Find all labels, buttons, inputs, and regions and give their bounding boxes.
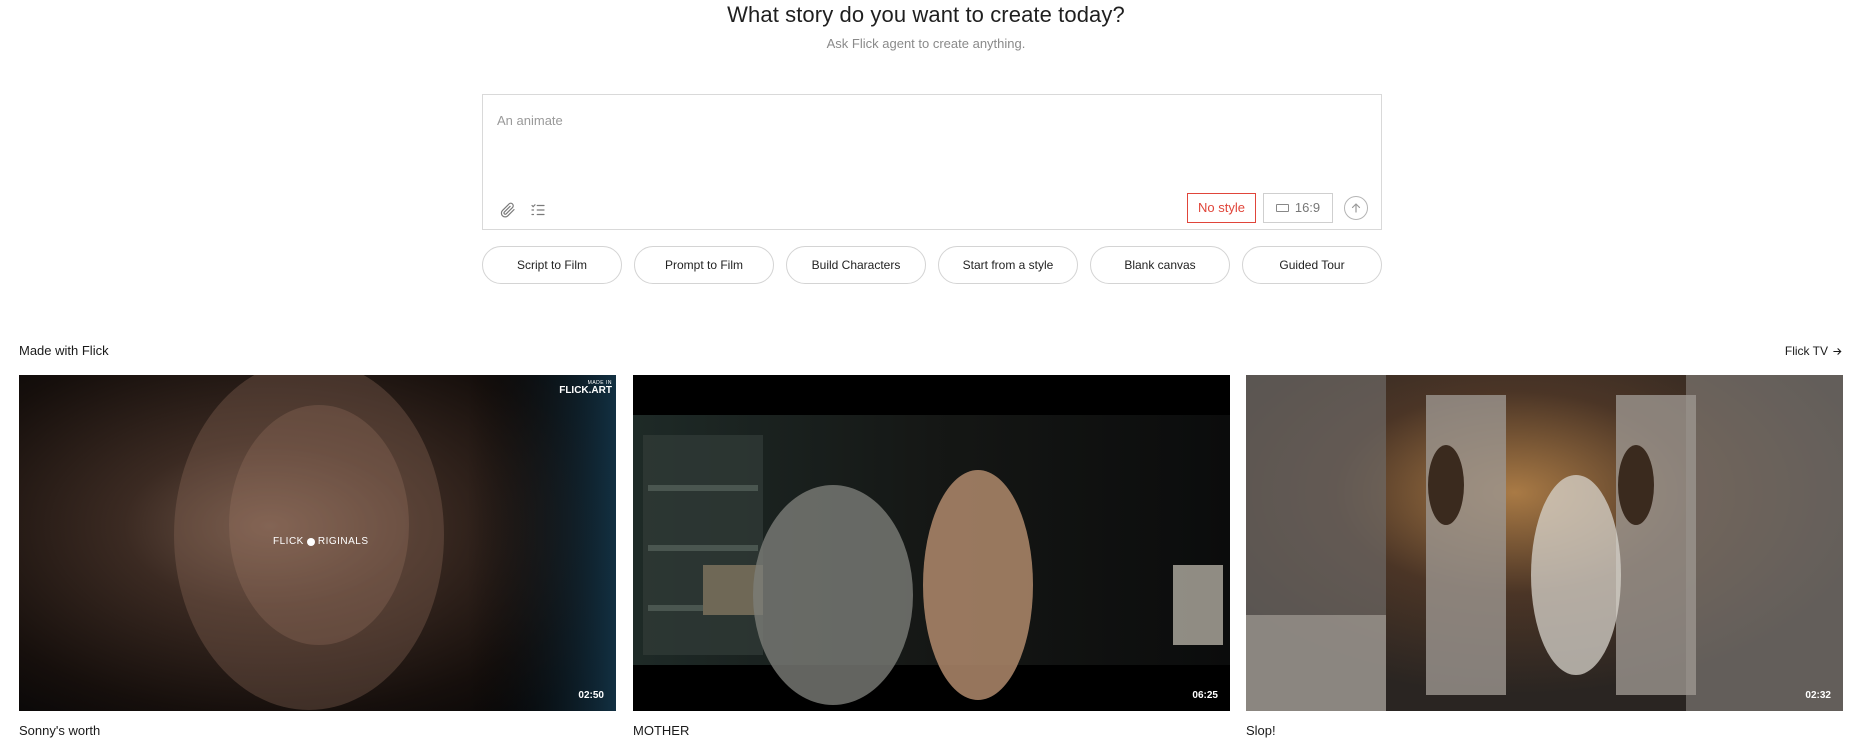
video-duration: 02:32 (1805, 690, 1831, 701)
send-button[interactable] (1344, 196, 1368, 220)
chip-prompt-to-film[interactable]: Prompt to Film (634, 246, 774, 284)
video-thumbnail[interactable]: MADE IN FLICK.ART FLICK RIGINALS 02:50 (19, 375, 616, 711)
flick-tv-label: Flick TV (1784, 344, 1828, 358)
video-duration: 06:25 (1192, 690, 1218, 701)
chip-start-from-style[interactable]: Start from a style (938, 246, 1078, 284)
page-subtitle: Ask Flick agent to create anything. (826, 36, 1026, 51)
quick-start-chips: Script to Film Prompt to Film Build Char… (482, 246, 1382, 284)
flick-watermark: MADE IN FLICK.ART (559, 380, 612, 396)
chip-guided-tour[interactable]: Guided Tour (1242, 246, 1382, 284)
aspect-ratio-button[interactable]: 16:9 (1263, 193, 1333, 223)
thumbnail-image (1246, 375, 1843, 711)
video-card[interactable]: 06:25 MOTHER (633, 375, 1230, 738)
video-thumbnail[interactable]: 06:25 (633, 375, 1230, 711)
flick-originals-logo: FLICK RIGINALS (273, 536, 369, 547)
flick-tv-link[interactable]: Flick TV (1785, 344, 1843, 358)
prompt-composer: No style 16:9 (482, 94, 1382, 230)
arrow-up-icon (1351, 203, 1361, 213)
video-thumbnail[interactable]: 02:32 (1246, 375, 1843, 711)
chip-blank-canvas[interactable]: Blank canvas (1090, 246, 1230, 284)
chip-script-to-film[interactable]: Script to Film (482, 246, 622, 284)
chip-build-characters[interactable]: Build Characters (786, 246, 926, 284)
video-title[interactable]: Slop! (1246, 723, 1843, 738)
video-card[interactable]: MADE IN FLICK.ART FLICK RIGINALS 02:50 S… (19, 375, 616, 738)
aspect-ratio-label: 16:9 (1294, 200, 1321, 215)
aspect-ratio-icon (1275, 204, 1289, 212)
style-selector-label: No style (1198, 200, 1245, 215)
hero-heading: What story do you want to create today? … (0, 0, 1852, 51)
arrow-right-icon (1833, 347, 1842, 355)
checklist-icon[interactable] (529, 201, 547, 219)
video-duration: 02:50 (578, 690, 604, 701)
video-title[interactable]: MOTHER (633, 723, 1230, 738)
page-title: What story do you want to create today? (727, 2, 1125, 27)
style-selector-button[interactable]: No style (1187, 193, 1256, 223)
paperclip-icon[interactable] (499, 201, 517, 219)
thumbnail-image (633, 375, 1230, 711)
video-title[interactable]: Sonny's worth (19, 723, 616, 738)
video-card[interactable]: 02:32 Slop! (1246, 375, 1843, 738)
prompt-input[interactable] (497, 113, 1357, 173)
gallery-title: Made with Flick (19, 343, 109, 358)
